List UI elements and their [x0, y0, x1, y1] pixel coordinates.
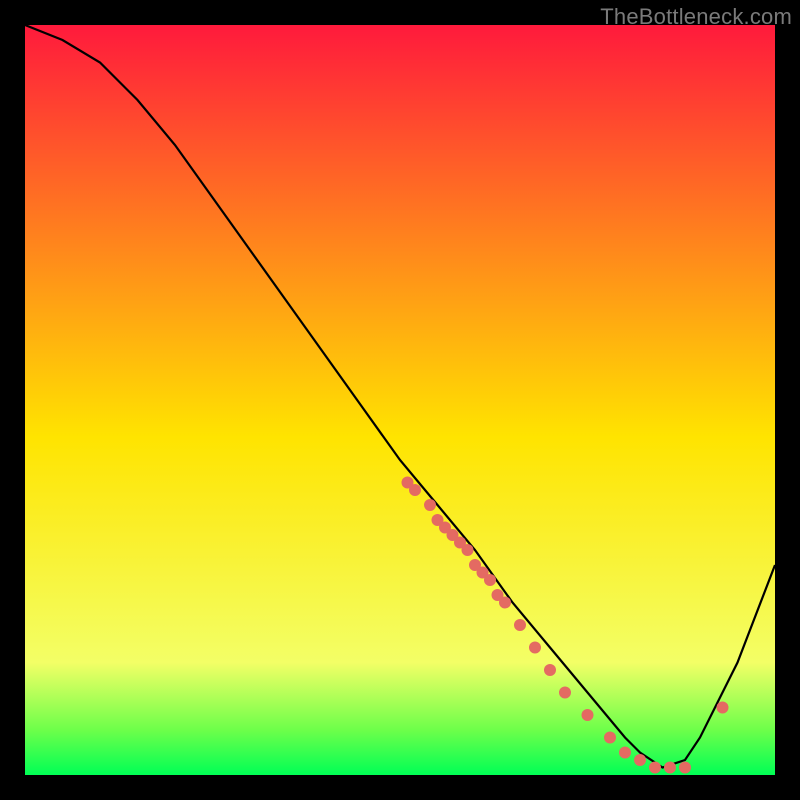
config-dot — [499, 597, 511, 609]
chart-svg — [0, 0, 800, 800]
config-dot — [649, 762, 661, 774]
config-dot — [424, 499, 436, 511]
config-dot — [582, 709, 594, 721]
config-dot — [664, 762, 676, 774]
config-dot — [409, 484, 421, 496]
config-dot — [559, 687, 571, 699]
config-dot — [679, 762, 691, 774]
config-dot — [634, 754, 646, 766]
config-dot — [462, 544, 474, 556]
plot-background — [25, 25, 775, 775]
config-dot — [544, 664, 556, 676]
config-dot — [604, 732, 616, 744]
config-dot — [717, 702, 729, 714]
config-dot — [484, 574, 496, 586]
config-dot — [529, 642, 541, 654]
chart-stage: TheBottleneck.com — [0, 0, 800, 800]
config-dot — [514, 619, 526, 631]
config-dot — [619, 747, 631, 759]
watermark-label: TheBottleneck.com — [600, 4, 792, 30]
